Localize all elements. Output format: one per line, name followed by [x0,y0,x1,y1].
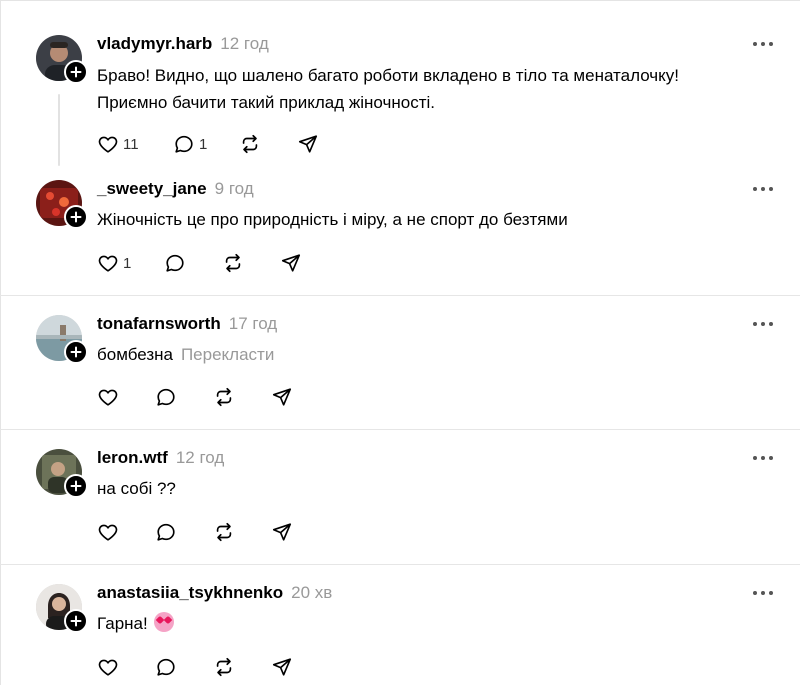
username-link[interactable]: leron.wtf [97,448,168,468]
heart-icon [97,521,119,543]
like-button[interactable] [97,520,119,544]
post-header: _sweety_jane 9 год [97,179,254,199]
repost-button[interactable] [239,132,261,156]
comment-text: бомбезна Перекласти [97,341,274,368]
repost-button[interactable] [213,655,235,679]
comment-text: на собі ?? [97,475,176,502]
comment-line: Жіночність це про природність і міру, а … [97,210,568,229]
post-time[interactable]: 12 год [220,34,268,54]
share-button[interactable] [280,251,302,275]
username-link[interactable]: vladymyr.harb [97,34,212,54]
post-header: vladymyr.harb 12 год [97,34,269,54]
reply-button[interactable]: 1 [173,132,207,156]
plus-icon [70,615,82,627]
post-time[interactable]: 20 хв [291,583,332,603]
more-icon[interactable] [752,184,774,194]
post-header: leron.wtf 12 год [97,448,224,468]
post-time[interactable]: 17 год [229,314,277,334]
divider [0,429,800,430]
post-time[interactable]: 12 год [176,448,224,468]
share-icon [280,252,302,274]
like-button[interactable] [97,385,119,409]
like-button[interactable]: 1 [97,251,131,275]
heart-icon [97,386,119,408]
repost-button[interactable] [213,385,235,409]
reply-button[interactable] [155,385,177,409]
post-header: tonafarnsworth 17 год [97,314,277,334]
follow-button[interactable] [64,205,88,229]
like-button[interactable] [97,655,119,679]
heart-eyes-emoji-icon [153,612,174,632]
username-link[interactable]: anastasiia_tsykhnenko [97,583,283,603]
comment-icon [155,386,177,408]
share-icon [271,386,293,408]
comment-line: Браво! Видно, що шалено багато роботи вк… [97,66,679,85]
comment-icon [155,521,177,543]
repost-icon [213,521,235,543]
follow-button[interactable] [64,340,88,364]
more-icon[interactable] [752,39,774,49]
follow-button[interactable] [64,60,88,84]
post-time[interactable]: 9 год [215,179,254,199]
comment-line: на собі ?? [97,479,176,498]
repost-button[interactable] [213,520,235,544]
comment-text: Браво! Видно, що шалено багато роботи вк… [97,62,679,116]
share-icon [271,521,293,543]
share-button[interactable] [271,655,293,679]
reply-count: 1 [199,135,208,153]
plus-icon [70,480,82,492]
comment-line: Гарна! [97,614,148,633]
comment-text: Жіночність це про природність і міру, а … [97,206,568,233]
like-count: 1 [123,254,132,272]
heart-icon [97,133,119,155]
heart-icon [97,656,119,678]
reply-button[interactable] [155,520,177,544]
share-icon [271,656,293,678]
like-count: 11 [123,135,139,153]
repost-icon [239,133,261,155]
like-button[interactable]: 11 [97,132,139,156]
divider [0,295,800,296]
thread-line [58,94,60,166]
translate-link[interactable]: Перекласти [181,345,274,364]
more-icon[interactable] [752,588,774,598]
username-link[interactable]: tonafarnsworth [97,314,221,334]
divider [0,564,800,565]
comment-text: Гарна! [97,610,174,637]
repost-icon [213,386,235,408]
follow-button[interactable] [64,609,88,633]
reply-button[interactable] [164,251,186,275]
comment-icon [164,252,186,274]
share-button[interactable] [271,520,293,544]
share-button[interactable] [271,385,293,409]
share-icon [297,133,319,155]
repost-icon [213,656,235,678]
comment-icon [155,656,177,678]
more-icon[interactable] [752,319,774,329]
repost-button[interactable] [222,251,244,275]
username-link[interactable]: _sweety_jane [97,179,207,199]
comment-icon [173,133,195,155]
comment-line: Приємно бачити такий приклад жіночності. [97,93,435,112]
heart-icon [97,252,119,274]
more-icon[interactable] [752,453,774,463]
reply-button[interactable] [155,655,177,679]
post-header: anastasiia_tsykhnenko 20 хв [97,583,332,603]
comment-line: бомбезна [97,345,173,364]
plus-icon [70,211,82,223]
plus-icon [70,66,82,78]
plus-icon [70,346,82,358]
repost-icon [222,252,244,274]
share-button[interactable] [297,132,319,156]
follow-button[interactable] [64,474,88,498]
